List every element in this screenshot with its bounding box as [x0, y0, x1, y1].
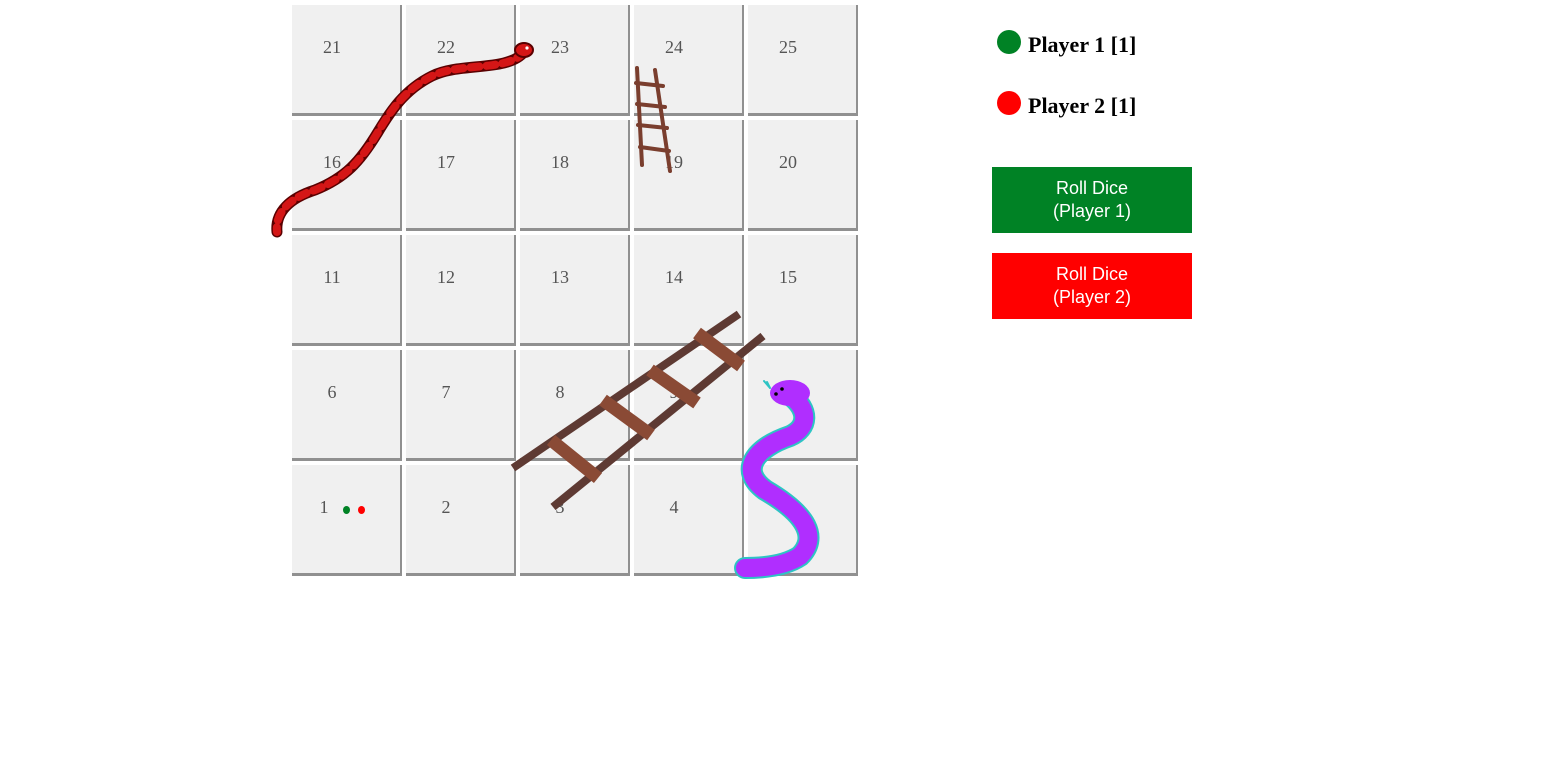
- board-square-17: 17: [406, 120, 516, 231]
- square-number: 24: [665, 37, 683, 57]
- board-square-25: 25: [748, 5, 858, 116]
- player-1-color-dot: [997, 30, 1021, 54]
- board-square-8: 8: [520, 350, 630, 461]
- player-1-token: [343, 506, 350, 514]
- square-number: 23: [551, 37, 569, 57]
- square-number: 22: [437, 37, 455, 57]
- square-number: 1: [319, 497, 329, 517]
- board-square-3: 3: [520, 465, 630, 576]
- square-number: 15: [779, 267, 797, 287]
- board-square-1: 1: [292, 465, 402, 576]
- square-number: 9: [669, 382, 679, 402]
- square-number: 10: [779, 382, 797, 402]
- square-number: 2: [441, 497, 451, 517]
- player-1-label: Player 1 [1]: [1028, 32, 1137, 57]
- board-square-13: 13: [520, 235, 630, 346]
- board-square-16: 16: [292, 120, 402, 231]
- player-2-status: Player 2 [1]: [992, 91, 1212, 152]
- square-number: 20: [779, 152, 797, 172]
- board-square-24: 24: [634, 5, 744, 116]
- square-number: 5: [783, 497, 793, 517]
- square-number: 13: [551, 267, 569, 287]
- roll-player-2-button[interactable]: Roll Dice (Player 2): [992, 253, 1192, 319]
- square-number: 3: [555, 497, 565, 517]
- board-square-9: 9: [634, 350, 744, 461]
- button-label-line2: (Player 2): [1052, 287, 1132, 307]
- square-number: 16: [323, 152, 341, 172]
- player-2-token: [358, 506, 365, 514]
- game-board: 21 22 23 24 25 16 17 18 19 20 11 12 13 14 15 6 7 8 9 10 1 2 3 4…: [292, 5, 862, 580]
- button-label-line1: Roll Dice: [1055, 264, 1129, 284]
- square-number: 25: [779, 37, 797, 57]
- square-number: 12: [437, 267, 455, 287]
- square-number: 17: [437, 152, 455, 172]
- player-1-status: Player 1 [1]: [992, 30, 1212, 91]
- board-square-10: 10: [748, 350, 858, 461]
- board-square-4: 4: [634, 465, 744, 576]
- square-number: 11: [323, 267, 341, 287]
- square-number: 18: [551, 152, 569, 172]
- square-number: 4: [669, 497, 679, 517]
- square-number: 8: [555, 382, 565, 402]
- button-label-line1: Roll Dice: [1055, 178, 1129, 198]
- board-square-20: 20: [748, 120, 858, 231]
- player-panel: Player 1 [1] Player 2 [1] Roll Dice (Player…: [992, 30, 1212, 319]
- roll-player-1-button[interactable]: Roll Dice (Player 1): [992, 167, 1192, 233]
- board-square-18: 18: [520, 120, 630, 231]
- player-2-color-dot: [997, 91, 1021, 115]
- board-square-23: 23: [520, 5, 630, 116]
- board-square-11: 11: [292, 235, 402, 346]
- square-number: 21: [323, 37, 341, 57]
- player-2-label: Player 2 [1]: [1028, 93, 1137, 118]
- board-square-21: 21: [292, 5, 402, 116]
- board-square-5: 5: [748, 465, 858, 576]
- board-square-6: 6: [292, 350, 402, 461]
- board-square-19: 19: [634, 120, 744, 231]
- board-square-22: 22: [406, 5, 516, 116]
- board-square-14: 14: [634, 235, 744, 346]
- square-number: 7: [441, 382, 451, 402]
- board-square-12: 12: [406, 235, 516, 346]
- board-square-7: 7: [406, 350, 516, 461]
- square-number: 6: [327, 382, 337, 402]
- board-square-15: 15: [748, 235, 858, 346]
- button-label-line2: (Player 1): [1052, 201, 1132, 221]
- square-number: 19: [665, 152, 683, 172]
- board-square-2: 2: [406, 465, 516, 576]
- square-number: 14: [665, 267, 683, 287]
